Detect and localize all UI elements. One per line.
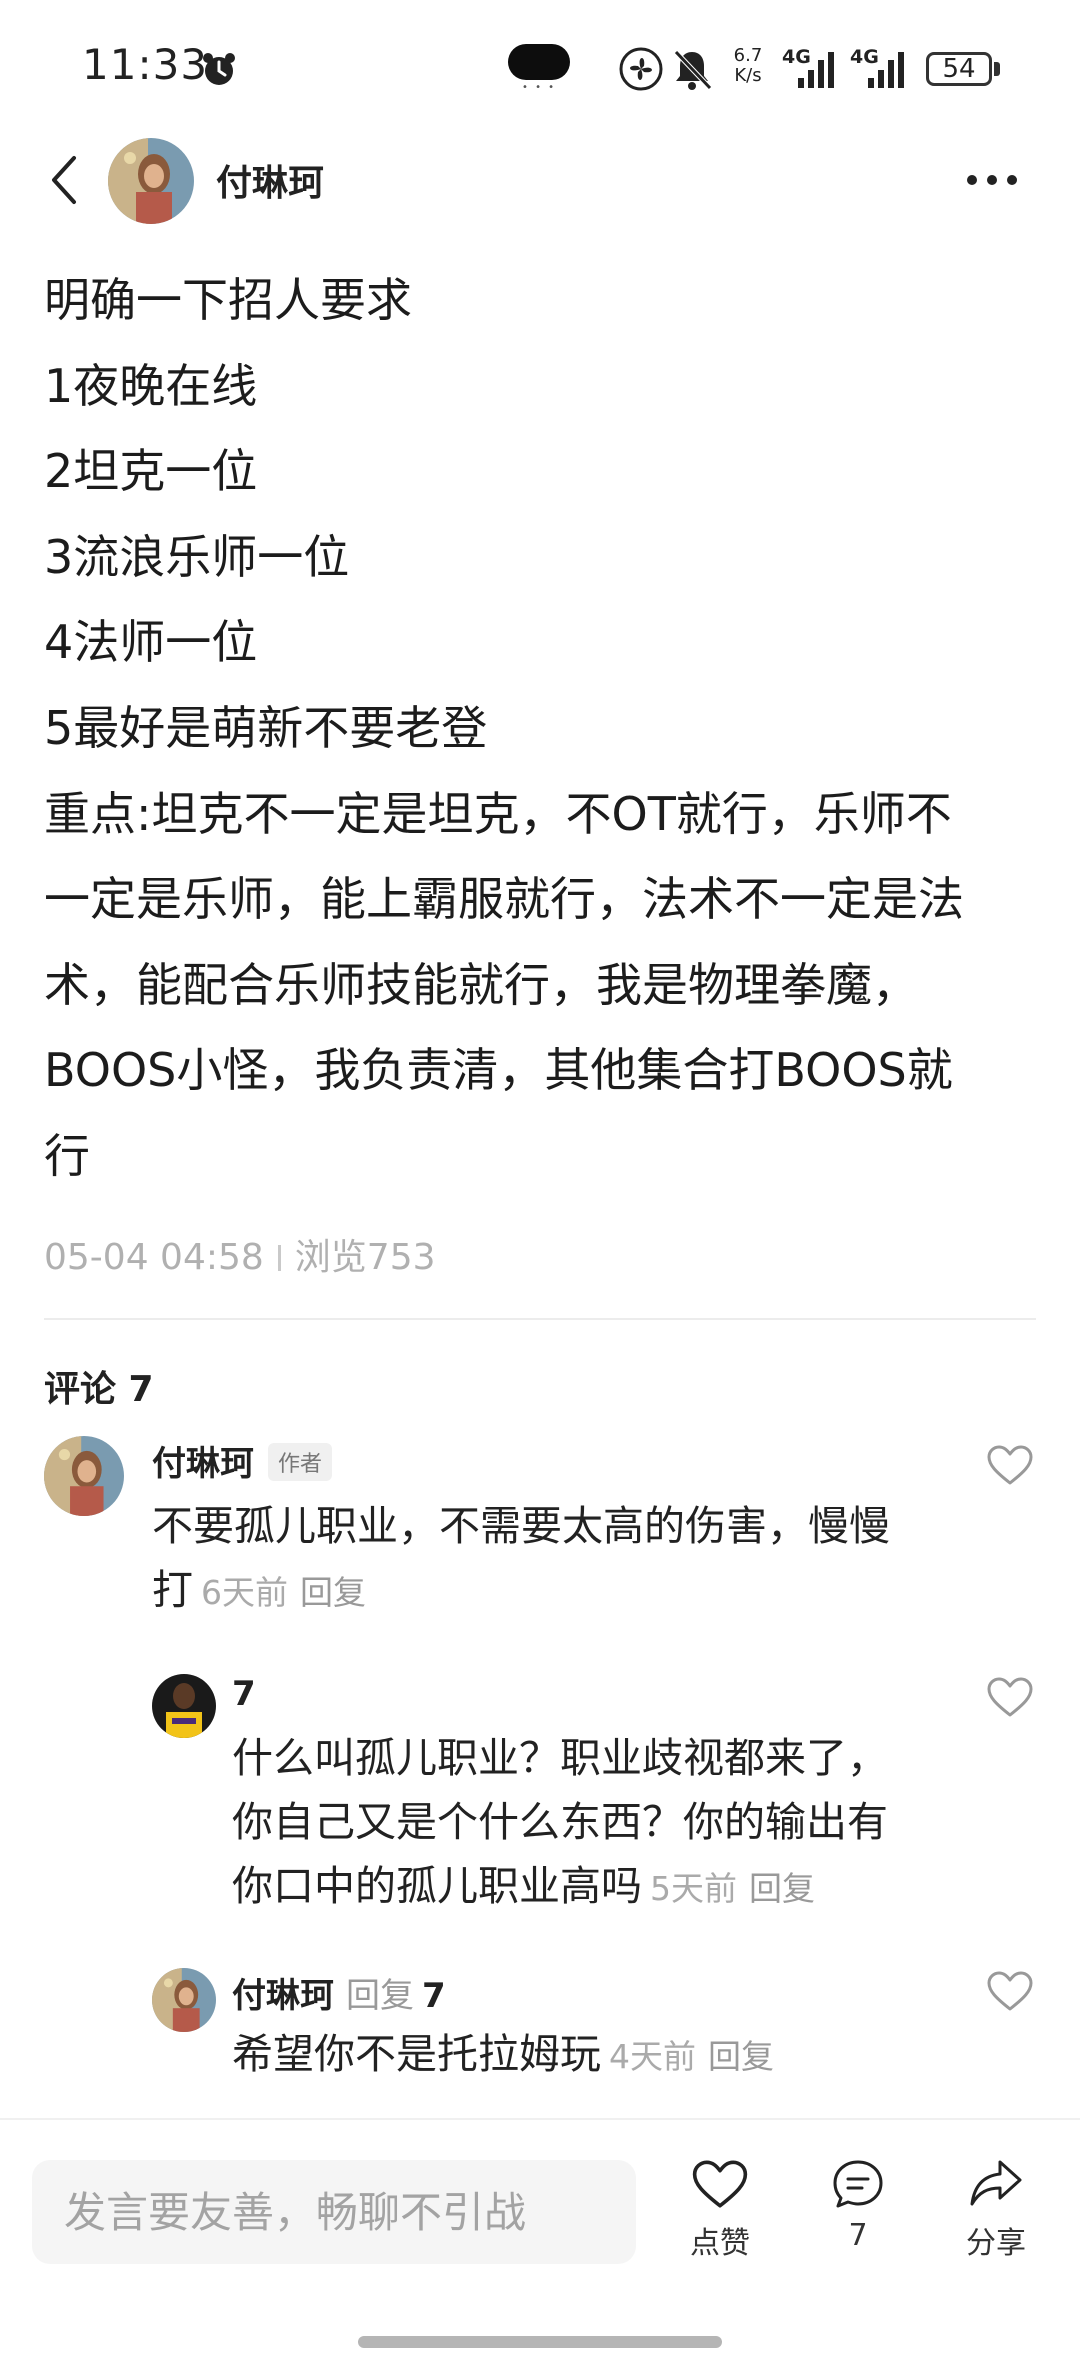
heart-icon[interactable] [986,1970,1034,2012]
post-line: 一定是乐师，能上霸服就行，法术不一定是法 [44,872,964,927]
mute-bell-icon [674,50,712,90]
comment-text[interactable]: 希望你不是托拉姆玩 4天前 回复 [232,2022,972,2089]
comment-text[interactable]: 不要孤儿职业，不需要太高的伤害，慢慢 打 6天前 回复 [152,1494,972,1625]
post-line: 2坦克一位 [44,444,258,499]
comment-text-line: 什么叫孤儿职业？职业歧视都来了， [232,1734,888,1782]
post-line: 1夜晚在线 [44,358,258,413]
post-views: 浏览753 [294,1237,436,1278]
battery-cap [994,62,1000,76]
reply-target-name[interactable]: 7 [422,1976,446,2016]
comment-time: 4天前 [609,2037,696,2076]
post-line: 行 [44,1128,90,1183]
post-line: 3流浪乐师一位 [44,529,350,584]
avatar-image [152,1674,216,1738]
divider [44,1318,1036,1320]
commenter-avatar[interactable] [152,1968,216,2032]
comment-bubble-icon [833,2160,883,2208]
reply-item: 7 什么叫孤儿职业？职业歧视都来了， 你自己又是个什么东西？你的输出有 你口中的… [0,1660,1080,1930]
comment-text-line: 你口中的孤儿职业高吗 [232,1862,642,1910]
comment-item: 付琳珂 作者 不要孤儿职业，不需要太高的伤害，慢慢 打 6天前 回复 [0,1420,1080,1620]
post-line: 5最好是萌新不要老登 [44,700,488,755]
comment-text-line: 打 [152,1566,193,1614]
commenter-name[interactable]: 7 [232,1674,256,1714]
reply-button[interactable]: 回复 [708,2037,774,2076]
commenter-name[interactable]: 付琳珂 回复 7 [232,1968,446,2017]
status-bar: 11:33 • • • 6.7 K/s 4G 4G 54 [0,0,1080,130]
commenter-name-text: 付琳珂 [232,1976,334,2016]
author-badge: 作者 [268,1443,333,1481]
alarm-clock-icon [203,53,235,85]
back-chevron-icon[interactable] [44,152,88,208]
share-label: 分享 [966,2226,1026,2261]
share-button[interactable]: 分享 [936,2158,1056,2262]
meta-separator [277,1245,281,1271]
commenter-name-text: 7 [232,1674,256,1714]
avatar-image [44,1436,124,1516]
net-speed-unit: K/s [734,65,762,86]
reply-button[interactable]: 回复 [749,1869,815,1908]
heart-icon[interactable] [986,1676,1034,1718]
like-label: 点赞 [690,2226,750,2261]
comment-count: 7 [848,2218,868,2253]
camera-pill [508,44,570,80]
post-line: BOOS小怪，我负责清，其他集合打BOOS就 [44,1043,953,1098]
comment-time: 6天前 [201,1573,288,1612]
status-time: 11:33 [82,40,209,89]
post-content: 明确一下招人要求 1夜晚在线 2坦克一位 3流浪乐师一位 4法师一位 5最好是萌… [44,258,1044,1200]
post-header: 付琳珂 [0,130,1080,230]
like-button[interactable]: 点赞 [660,2158,780,2262]
commenter-avatar[interactable] [44,1436,124,1516]
signal-2-icon [868,52,904,88]
post-date: 05-04 04:58 [44,1237,264,1278]
comment-time: 5天前 [650,1869,737,1908]
avatar-image [108,138,194,224]
commenter-name-text: 付琳珂 [152,1444,254,1484]
post-meta: 05-04 04:58 浏览753 [44,1228,436,1280]
author-name[interactable]: 付琳珂 [216,154,324,206]
post-line: 4法师一位 [44,615,258,670]
commenter-name[interactable]: 付琳珂 作者 [152,1436,333,1485]
comment-text[interactable]: 什么叫孤儿职业？职业歧视都来了， 你自己又是个什么东西？你的输出有 你口中的孤儿… [232,1726,972,1921]
heart-icon[interactable] [986,1444,1034,1486]
home-indicator[interactable] [358,2336,722,2348]
reply-button[interactable]: 回复 [300,1573,366,1612]
post-line: 明确一下招人要求 [44,273,412,327]
author-avatar[interactable] [108,138,194,224]
post-line: 术，能配合乐师技能就行，我是物理拳魔， [44,957,918,1012]
battery-level: 54 [942,54,976,84]
comment-text-line: 希望你不是托拉姆玩 [232,2030,601,2078]
net-speed: 6.7 K/s [728,46,768,86]
reply-item: 付琳珂 回复 7 希望你不是托拉姆玩 4天前 回复 [0,1956,1080,2096]
signal-1-icon [798,52,834,88]
avatar-image [152,1968,216,2032]
fan-icon [619,47,663,91]
more-dots-icon[interactable] [962,168,1022,192]
camera-dots: • • • [522,82,557,93]
bottom-action-bar: 点赞 7 分享 [0,2118,1080,2318]
share-arrow-icon [970,2160,1022,2206]
post-line: 重点:坦克不一定是坦克，不OT就行，乐师不 [44,786,952,841]
comment-button[interactable]: 7 [798,2158,918,2253]
net-speed-value: 6.7 [733,45,763,66]
comment-text-line: 你自己又是个什么东西？你的输出有 [232,1798,888,1846]
battery-indicator: 54 [926,52,992,86]
heart-icon [692,2160,748,2208]
reply-to-label: 回复 [346,1976,414,2016]
comment-input[interactable] [32,2160,636,2264]
comment-text-line: 不要孤儿职业，不需要太高的伤害，慢慢 [152,1502,890,1550]
comments-title: 评论 7 [44,1369,154,1410]
commenter-avatar[interactable] [152,1674,216,1738]
